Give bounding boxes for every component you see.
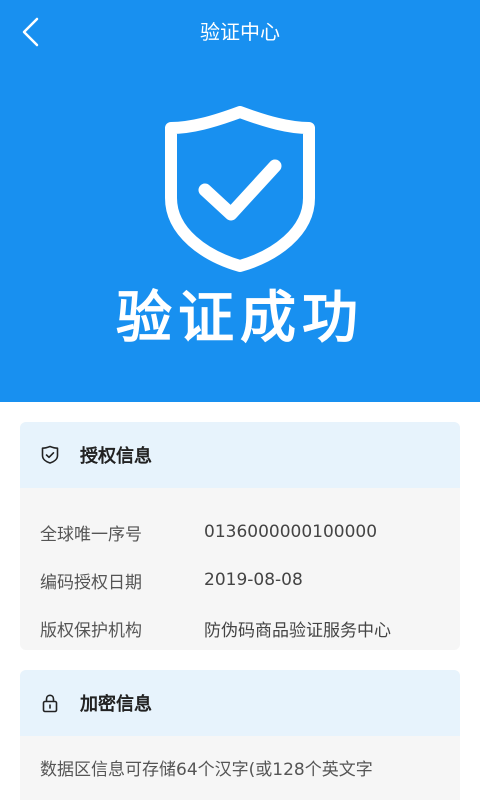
authorization-card-header: 授权信息 [20,422,460,488]
authorization-card: 授权信息 全球唯一序号 0136000000100000 编码授权日期 2019… [20,422,460,650]
shield-check-icon [165,106,315,272]
top-bar: 验证中心 [0,0,480,64]
encryption-card-title: 加密信息 [80,694,152,715]
authorization-card-title: 授权信息 [80,446,152,467]
page-title: 验证中心 [200,20,280,44]
info-row-agency: 版权保护机构 防伪码商品验证服务中心 [20,604,460,650]
info-row-date: 编码授权日期 2019-08-08 [20,556,460,604]
serial-value: 0136000000100000 [204,522,378,542]
page: 验证中心 验证成功 授权信息 全球唯一序号 0136000000100000 编… [0,0,480,800]
info-row-serial: 全球唯一序号 0136000000100000 [20,508,460,556]
encryption-card-header: 加密信息 [20,670,460,736]
date-value: 2019-08-08 [204,570,303,590]
agency-label: 版权保护机构 [40,620,142,641]
encryption-description: 数据区信息可存储64个汉字(或128个英文字 [40,760,373,780]
encryption-card: 加密信息 数据区信息可存储64个汉字(或128个英文字 [20,670,460,800]
serial-label: 全球唯一序号 [40,524,142,545]
verification-hero: 验证成功 [0,64,480,402]
date-label: 编码授权日期 [40,572,142,593]
authorization-info-list: 全球唯一序号 0136000000100000 编码授权日期 2019-08-0… [20,488,460,650]
lock-icon [40,693,60,713]
verification-status: 验证成功 [116,286,364,351]
shield-check-icon [40,445,60,465]
agency-value: 防伪码商品验证服务中心 [204,620,391,641]
